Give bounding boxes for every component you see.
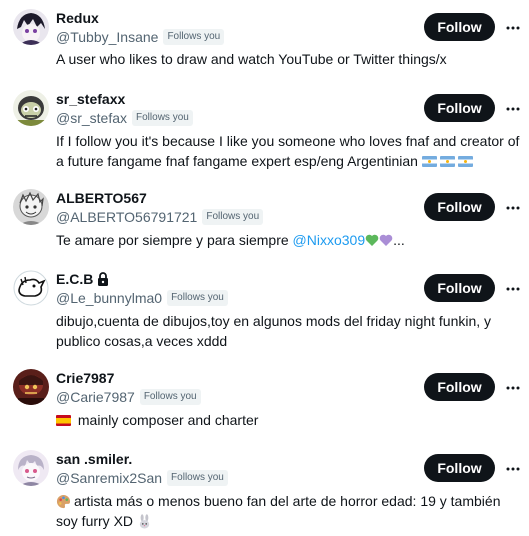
follow-button[interactable]: Follow xyxy=(424,454,495,482)
lock-icon xyxy=(97,272,109,286)
user-cell[interactable]: ALBERTO567 @ALBERTO56791721 Follows you … xyxy=(0,189,529,249)
avatar[interactable] xyxy=(13,450,49,486)
bio-text: mainly composer and charter xyxy=(77,412,259,428)
bio-line: soy furry XD xyxy=(56,511,506,531)
follow-button[interactable]: Follow xyxy=(424,373,495,401)
bio-line: A user who likes to draw and watch YouTu… xyxy=(56,51,447,67)
argentina-flag-icon xyxy=(439,156,455,167)
bio-line: publico cosas,a veces xddd xyxy=(56,333,228,349)
more-icon[interactable] xyxy=(505,101,521,117)
ellipsis: ... xyxy=(393,232,405,248)
avatar[interactable] xyxy=(13,90,49,126)
bio-line: If I follow you it's because I like you … xyxy=(56,133,520,149)
follows-you-badge: Follows you xyxy=(167,470,228,486)
bio: artista más o menos bueno fan del arte d… xyxy=(56,491,506,531)
more-icon[interactable] xyxy=(505,380,521,396)
display-name[interactable]: sr_stefaxx xyxy=(56,90,125,108)
avatar[interactable] xyxy=(13,189,49,225)
bio-line-text: a future fangame fnaf fangame expert esp… xyxy=(56,153,418,169)
follows-you-badge: Follows you xyxy=(202,209,264,225)
bio-text: Te amare por siempre y para siempre xyxy=(56,232,293,248)
bio-line: dibujo,cuenta de dibujos,toy en algunos … xyxy=(56,313,492,329)
bio: A user who likes to draw and watch YouTu… xyxy=(56,49,506,69)
user-cell[interactable]: sr_stefaxx @sr_stefax Follows you If I f… xyxy=(0,90,529,170)
more-icon[interactable] xyxy=(505,200,521,216)
follows-you-badge: Follows you xyxy=(167,290,228,306)
handle[interactable]: @Sanremix2San xyxy=(56,469,162,487)
follow-button[interactable]: Follow xyxy=(424,13,495,41)
bio: If I follow you it's because I like you … xyxy=(56,131,520,171)
spain-flag-icon xyxy=(56,415,71,426)
follow-button[interactable]: Follow xyxy=(424,193,495,221)
bio-line: a future fangame fnaf fangame expert esp… xyxy=(56,151,506,171)
display-name[interactable]: ALBERTO567 xyxy=(56,189,147,207)
bio: Te amare por siempre y para siempre @Nix… xyxy=(56,230,506,250)
palette-icon xyxy=(56,494,71,509)
more-icon[interactable] xyxy=(505,20,521,36)
handle[interactable]: @Le_bunnylma0 xyxy=(56,289,162,307)
follows-you-badge: Follows you xyxy=(139,389,201,405)
avatar[interactable] xyxy=(13,270,49,306)
rabbit-icon xyxy=(139,514,150,529)
bio-line: artista más o menos bueno fan del arte d… xyxy=(56,491,506,511)
follows-you-badge: Follows you xyxy=(163,29,225,45)
display-name[interactable]: E.C.B xyxy=(56,270,93,288)
avatar[interactable] xyxy=(13,369,49,405)
user-cell[interactable]: Crie7987 @Carie7987 Follows you mainly c… xyxy=(0,369,529,429)
bio-text: soy furry XD xyxy=(56,513,134,529)
follow-button[interactable]: Follow xyxy=(424,94,495,122)
purple-heart-icon xyxy=(379,234,393,246)
user-cell[interactable]: san .smiler. @Sanremix2San Follows you a… xyxy=(0,450,529,530)
follows-you-badge: Follows you xyxy=(132,110,193,126)
bio-text: artista más o menos bueno fan del arte d… xyxy=(74,493,501,509)
green-heart-icon xyxy=(365,234,379,246)
user-cell[interactable]: E.C.B @Le_bunnylma0 Follows you dibujo,c… xyxy=(0,270,529,350)
handle[interactable]: @sr_stefax xyxy=(56,109,127,127)
handle[interactable]: @Tubby_Insane xyxy=(56,28,158,46)
display-name[interactable]: san .smiler. xyxy=(56,450,132,468)
display-name[interactable]: Crie7987 xyxy=(56,369,114,387)
follow-button[interactable]: Follow xyxy=(424,274,495,302)
display-name[interactable]: Redux xyxy=(56,9,99,27)
argentina-flag-icon xyxy=(457,156,473,167)
user-cell[interactable]: Redux @Tubby_Insane Follows you A user w… xyxy=(0,9,529,69)
bio: mainly composer and charter xyxy=(56,410,506,430)
bio-line: Te amare por siempre y para siempre @Nix… xyxy=(56,230,506,250)
avatar[interactable] xyxy=(13,9,49,45)
more-icon[interactable] xyxy=(505,461,521,477)
mention-link[interactable]: @Nixxo309 xyxy=(293,232,366,248)
more-icon[interactable] xyxy=(505,281,521,297)
bio: dibujo,cuenta de dibujos,toy en algunos … xyxy=(56,311,506,351)
handle[interactable]: @Carie7987 xyxy=(56,388,135,406)
bio-line: mainly composer and charter xyxy=(56,410,506,430)
handle[interactable]: @ALBERTO56791721 xyxy=(56,208,197,226)
argentina-flag-icon xyxy=(421,156,437,167)
